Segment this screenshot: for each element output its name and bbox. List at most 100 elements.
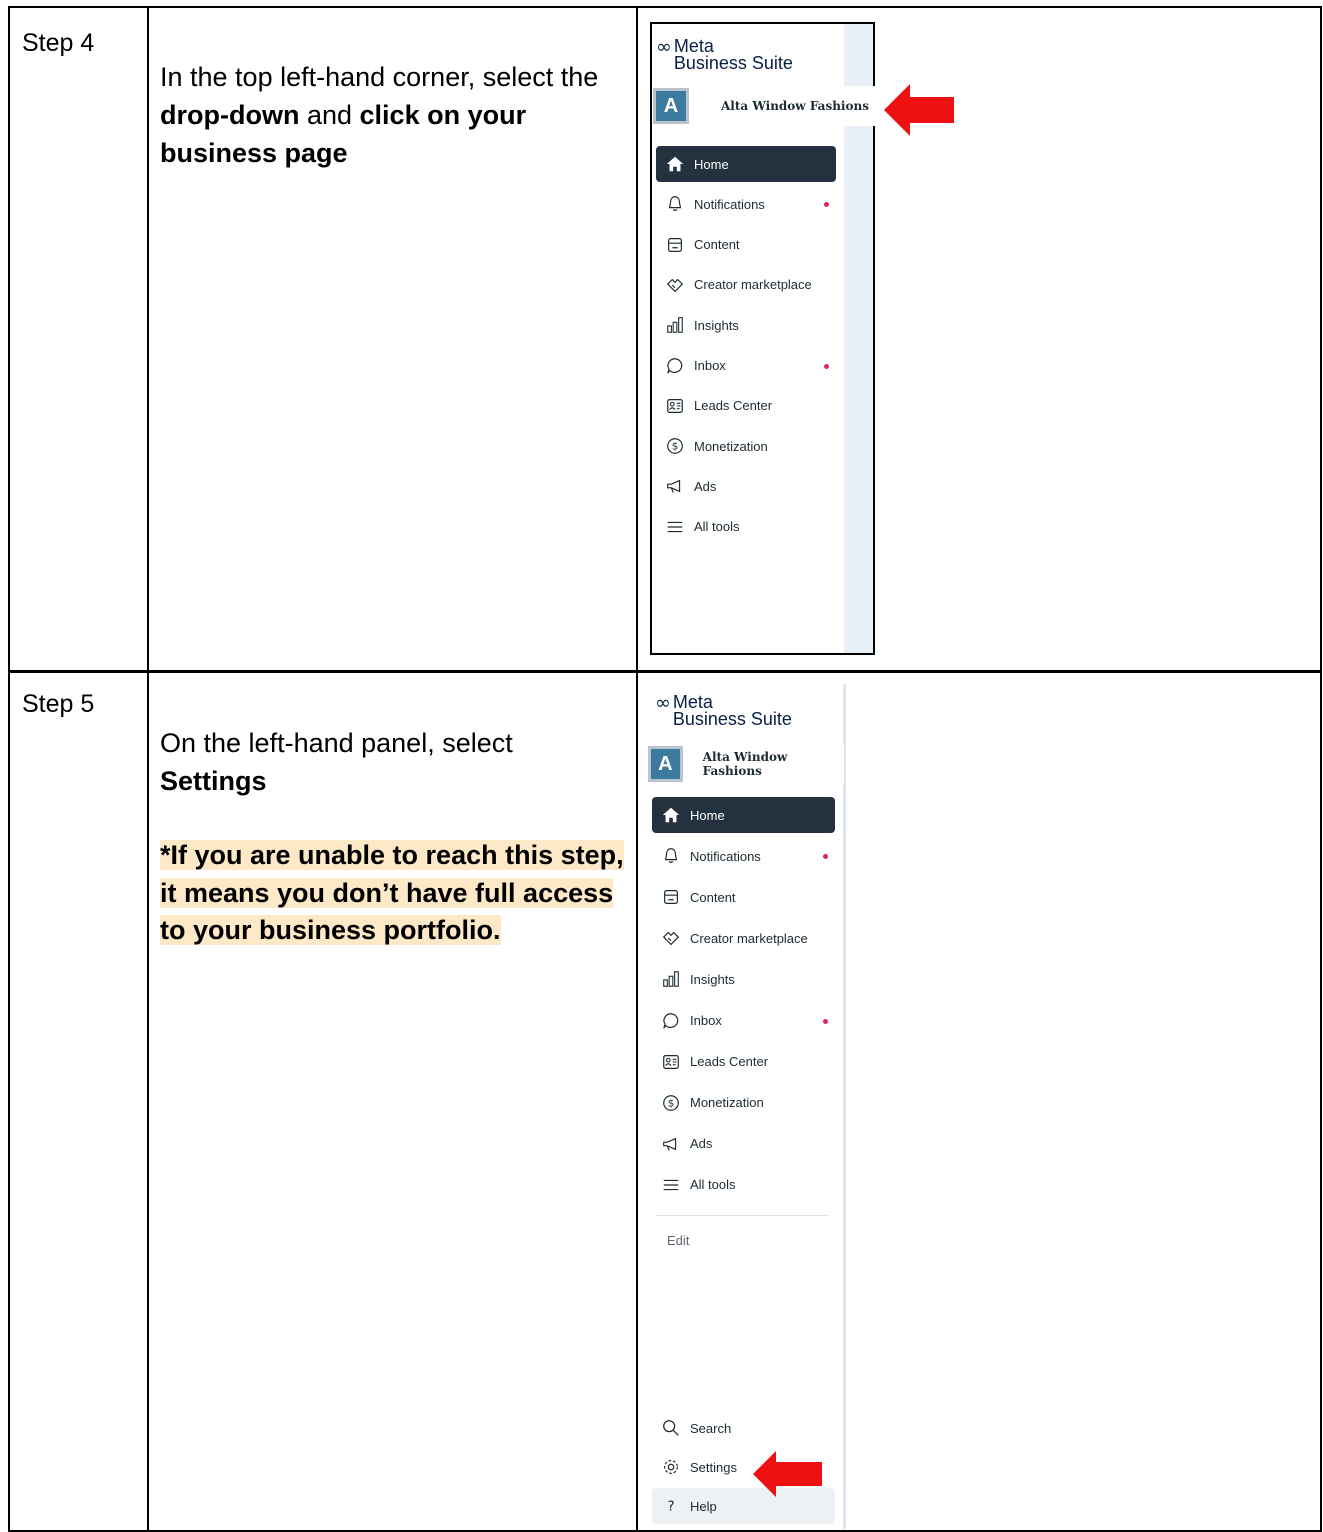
meta-infinity-icon: ∞ (655, 692, 671, 714)
step-instruction: In the top left-hand corner, select the … (160, 58, 620, 172)
nav-item-label: Notifications (694, 196, 765, 212)
nav-item-home[interactable]: Home (652, 797, 835, 833)
handshake-icon (664, 274, 686, 296)
row-divider (10, 670, 1320, 673)
nav-item-leads-center[interactable]: Leads Center (656, 388, 836, 424)
brand-top: Meta (673, 36, 714, 56)
instruction-emphasis: drop-down (160, 100, 300, 130)
menu-icon (660, 1174, 682, 1196)
nav-item-label: Inbox (694, 358, 726, 373)
column-divider-1 (147, 8, 149, 1530)
nav-item-monetization[interactable]: $ Monetization (652, 1085, 835, 1121)
nav-item-all-tools[interactable]: All tools (652, 1167, 835, 1203)
account-switcher-dropdown[interactable]: A Alta Window Fashions (648, 744, 844, 784)
nav-item-ads[interactable]: Ads (652, 1126, 835, 1162)
notification-dot (824, 363, 829, 369)
megaphone-icon (664, 475, 686, 497)
nav-item-label: Settings (690, 1459, 737, 1475)
nav-item-leads-center[interactable]: Leads Center (652, 1044, 835, 1080)
home-icon (664, 153, 686, 175)
nav-item-notifications[interactable]: Notifications (652, 838, 835, 874)
nav-item-inbox[interactable]: Inbox (656, 348, 836, 384)
nav-item-label: Content (694, 237, 740, 253)
svg-text:$: $ (672, 442, 678, 453)
nav-item-label: Monetization (694, 438, 768, 454)
brand-name: Meta Business Suite (672, 692, 792, 729)
sidebar-rail (843, 684, 846, 1529)
content-icon (664, 234, 686, 256)
nav-item-label: Ads (694, 478, 717, 494)
instruction-text: and (299, 100, 360, 130)
nav-item-creator-marketplace[interactable]: Creator marketplace (652, 920, 835, 956)
chat-bubble-icon (660, 1010, 682, 1032)
home-icon (660, 804, 682, 826)
nav-item-monetization[interactable]: $ Monetization (656, 428, 836, 464)
nav-item-home[interactable]: Home (656, 146, 836, 182)
search-icon (660, 1417, 682, 1439)
nav-item-label: Notifications (690, 848, 761, 864)
dollar-icon: $ (664, 435, 686, 457)
nav-item-label: Monetization (690, 1095, 764, 1111)
menu-icon (664, 516, 686, 538)
step-instruction: On the left-hand panel, select Settings (160, 724, 620, 800)
brand-top: Meta (672, 692, 713, 712)
nav-item-all-tools[interactable]: All tools (656, 509, 836, 545)
help-icon: ? (660, 1495, 682, 1517)
sidebar-screenshot: ∞ Meta Business Suite A Alta Window Fashions… (648, 684, 848, 1529)
nav-item-label: Leads Center (694, 398, 773, 414)
pointer-arrow-shape (884, 84, 954, 136)
contact-card-icon (664, 395, 686, 417)
contact-card-icon (660, 1051, 682, 1073)
instruction-emphasis: Settings (160, 766, 267, 796)
nav-item-ads[interactable]: Ads (656, 468, 836, 504)
access-note: *If you are unable to reach this step, i… (160, 837, 630, 950)
dollar-icon: $ (660, 1092, 682, 1114)
nav-item-label: Insights (694, 317, 739, 333)
chat-bubble-icon (664, 355, 686, 377)
nav-item-content[interactable]: Content (656, 227, 836, 263)
bell-icon (664, 193, 686, 215)
instruction-text: On the left-hand panel, select (160, 728, 513, 758)
nav-item-label: Search (690, 1420, 732, 1436)
step-label: Step 4 (22, 29, 95, 57)
nav-item-creator-marketplace[interactable]: Creator marketplace (656, 267, 836, 303)
brand-bottom: Business Suite (673, 53, 793, 73)
bar-chart-icon (664, 314, 686, 336)
bar-chart-icon (660, 968, 682, 990)
notification-dot (824, 202, 829, 208)
content-icon (660, 886, 682, 908)
notification-dot (823, 1018, 828, 1024)
account-name: Alta Window Fashions (721, 99, 869, 113)
account-avatar: A (653, 88, 689, 124)
account-switcher-dropdown[interactable]: A Alta Window Fashions (653, 86, 889, 126)
edit-link[interactable]: Edit (667, 1233, 689, 1248)
nav-item-search[interactable]: Search (652, 1410, 835, 1446)
meta-business-suite-logo: ∞ Meta Business Suite (656, 36, 793, 73)
handshake-icon (660, 927, 682, 949)
sidebar-screenshot: ∞ Meta Business Suite A Alta Window Fashions… (650, 22, 889, 655)
nav-item-label: Inbox (690, 1013, 722, 1028)
bell-icon (660, 845, 682, 867)
nav-item-notifications[interactable]: Notifications (656, 186, 836, 222)
nav-item-label: Help (690, 1498, 717, 1514)
gear-icon (660, 1456, 682, 1478)
nav-item-inbox[interactable]: Inbox (652, 1003, 835, 1039)
step-label: Step 5 (22, 690, 95, 718)
brand-bottom: Business Suite (672, 709, 792, 729)
nav-item-content[interactable]: Content (652, 879, 835, 915)
nav-item-insights[interactable]: Insights (652, 961, 835, 997)
nav-item-label: Insights (690, 971, 735, 987)
pointer-arrow (884, 84, 954, 136)
nav-item-insights[interactable]: Insights (656, 307, 836, 343)
svg-text:?: ? (667, 1499, 674, 1515)
nav-item-label: Home (690, 807, 725, 823)
nav-item-label: Ads (690, 1136, 713, 1152)
nav-item-label: All tools (694, 519, 740, 535)
brand-name: Meta Business Suite (673, 36, 793, 73)
column-divider-2 (636, 8, 638, 1530)
nav-divider (656, 1215, 829, 1216)
nav-item-label: Leads Center (690, 1054, 769, 1070)
instruction-text: In the top left-hand corner, select the (160, 62, 599, 92)
account-name: Alta Window Fashions (702, 750, 788, 778)
megaphone-icon (660, 1133, 682, 1155)
